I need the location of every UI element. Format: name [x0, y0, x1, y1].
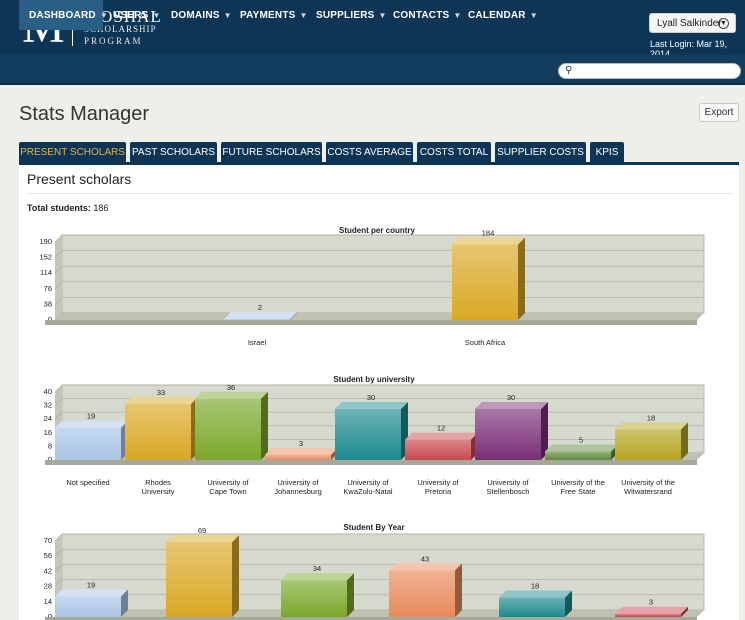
- y-tick-label: 28: [44, 582, 52, 591]
- data-label: 5: [579, 436, 583, 445]
- bar-top: [195, 391, 268, 399]
- bar-top: [452, 237, 525, 245]
- bar-front: [265, 454, 331, 460]
- bar-top: [499, 590, 572, 598]
- y-tick-label: 190: [39, 237, 52, 246]
- category-label: University of: [487, 478, 529, 487]
- plot-floor: [55, 313, 704, 320]
- bar-top: [224, 312, 297, 320]
- bar-top: [125, 396, 198, 404]
- category-label: Witwatersrand: [624, 487, 672, 496]
- data-label: 18: [647, 413, 655, 422]
- y-tick-label: 8: [48, 441, 52, 450]
- category-label: Rhodes: [145, 478, 171, 487]
- category-label: University of the: [621, 478, 675, 487]
- bar-top: [335, 402, 408, 409]
- bar-top: [55, 589, 128, 597]
- plot-back-wall: [61, 533, 705, 611]
- bar-front: [615, 429, 681, 460]
- plot-floor: [55, 610, 704, 617]
- y-tick-label: 70: [44, 536, 52, 545]
- category-label: Israel: [248, 338, 267, 347]
- data-label: 30: [507, 393, 515, 402]
- bar-side: [518, 237, 525, 320]
- category-label: KwaZulu-Natal: [343, 487, 393, 496]
- y-tick-label: 40: [44, 387, 52, 396]
- category-label: Johannesburg: [274, 487, 322, 496]
- y-tick-label: 114: [40, 268, 52, 277]
- bar-front: [615, 613, 681, 617]
- y-tick-label: 42: [44, 566, 52, 575]
- y-tick-label: 24: [44, 414, 52, 423]
- bar-top: [405, 432, 478, 440]
- category-label: University of the: [551, 478, 605, 487]
- bar-top: [545, 444, 618, 452]
- bar-front: [55, 596, 121, 617]
- bar-top: [389, 563, 462, 571]
- plot-base: [45, 320, 697, 325]
- category-label: Stellenbosch: [487, 487, 530, 496]
- category-label: University of: [277, 478, 319, 487]
- plot-side-wall: [55, 235, 62, 320]
- bar-side: [261, 391, 268, 460]
- bar-side: [232, 535, 239, 617]
- plot-back-wall: [61, 234, 705, 314]
- bar-top: [55, 420, 128, 428]
- bar-front: [545, 451, 611, 460]
- data-label: 33: [157, 388, 165, 397]
- bar-side: [347, 573, 354, 617]
- category-label: South Africa: [465, 338, 506, 347]
- category-label: University of: [207, 478, 249, 487]
- data-label: 36: [227, 383, 235, 392]
- bar-front: [405, 439, 471, 460]
- data-label: 184: [482, 228, 495, 237]
- bar-front: [335, 409, 401, 460]
- bar-top: [615, 422, 688, 430]
- data-label: 69: [198, 526, 206, 535]
- data-label: 19: [87, 580, 95, 589]
- bar-front: [452, 244, 518, 320]
- bar-front: [475, 409, 541, 460]
- bar-top: [166, 535, 239, 543]
- bar-top: [475, 402, 548, 409]
- bar-front: [166, 542, 232, 617]
- y-tick-label: 14: [44, 597, 52, 606]
- plot-base: [45, 460, 697, 465]
- data-label: 12: [437, 424, 445, 433]
- y-tick-label: 76: [44, 284, 52, 293]
- data-label: 2: [258, 303, 262, 312]
- data-label: 30: [367, 393, 375, 402]
- category-label: Not specified: [66, 478, 109, 487]
- category-label: Cape Town: [209, 487, 246, 496]
- bar-front: [224, 319, 290, 320]
- y-tick-label: 38: [44, 299, 52, 308]
- bar-front: [389, 570, 455, 617]
- y-tick-label: 16: [44, 428, 52, 437]
- data-label: 34: [313, 564, 321, 573]
- bar-front: [499, 597, 565, 617]
- bar-side: [455, 563, 462, 617]
- data-label: 43: [421, 554, 429, 563]
- bar-top: [615, 606, 688, 614]
- y-tick-label: 152: [39, 253, 52, 262]
- category-label: University of: [347, 478, 389, 487]
- y-tick-label: 32: [44, 401, 52, 410]
- data-label: 18: [531, 581, 539, 590]
- data-label: 19: [87, 412, 95, 421]
- bar-front: [195, 398, 261, 460]
- category-label: University of: [417, 478, 459, 487]
- y-tick-label: 56: [44, 551, 52, 560]
- category-label: Free State: [560, 487, 595, 496]
- bar-top: [265, 447, 338, 455]
- charts-canvas: 038761141521902184Israel South Africa0816…: [39, 228, 705, 620]
- category-label: University: [142, 487, 175, 496]
- bar-front: [281, 580, 347, 617]
- category-label: Pretoria: [425, 487, 452, 496]
- bar-front: [125, 403, 191, 460]
- bar-front: [55, 427, 121, 460]
- data-label: 3: [649, 598, 653, 607]
- bar-top: [281, 573, 354, 581]
- data-label: 3: [299, 439, 303, 448]
